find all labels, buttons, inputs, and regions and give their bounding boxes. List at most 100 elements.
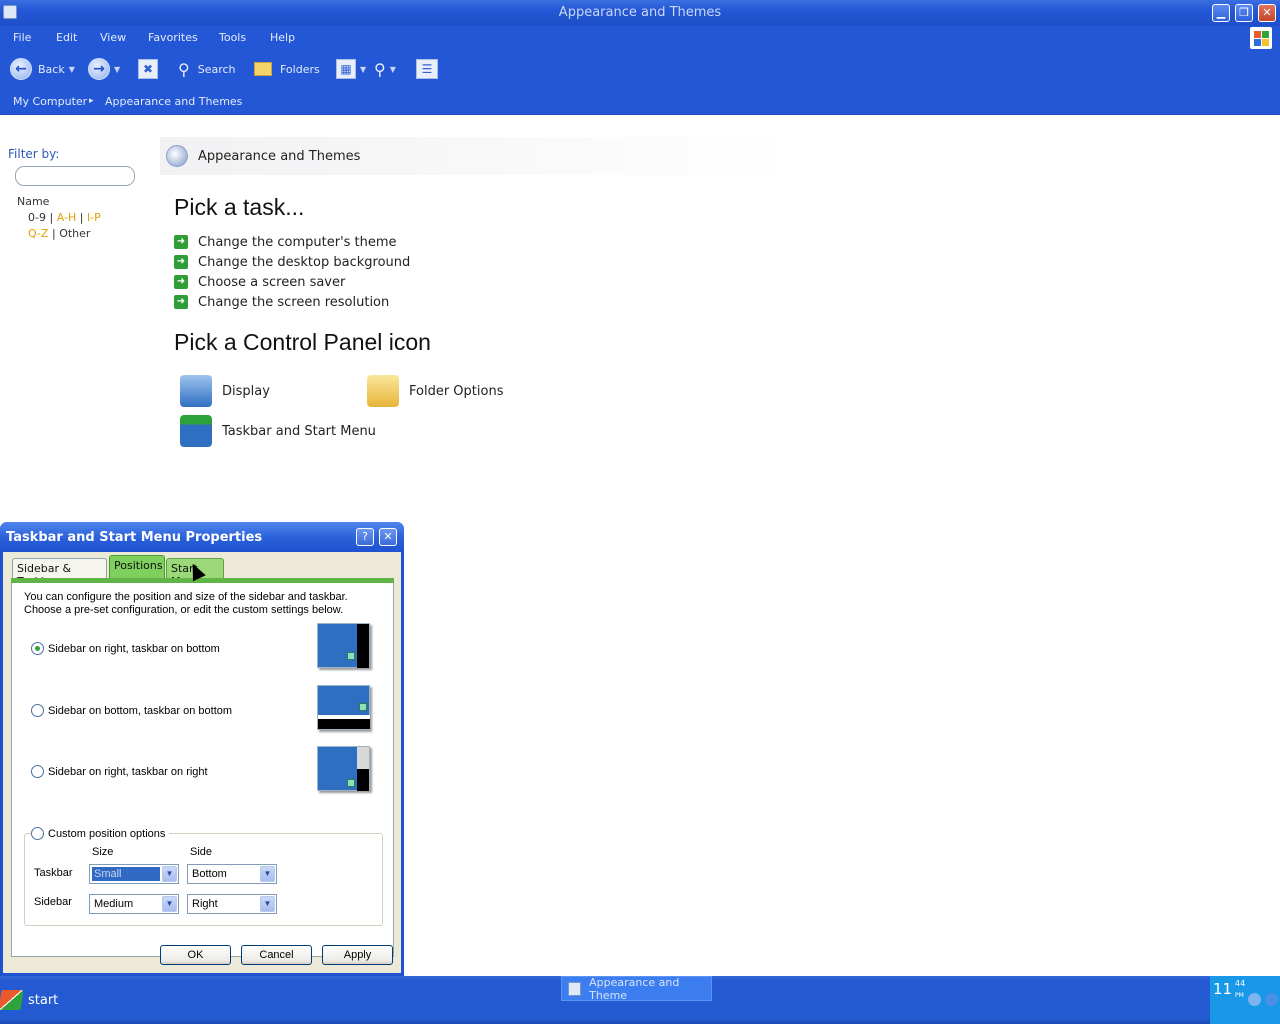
taskbar-item-appearance[interactable]: Appearance and Theme: [561, 975, 712, 1002]
option-right-right[interactable]: Sidebar on right, taskbar on right: [31, 765, 208, 778]
pick-icon-heading: Pick a Control Panel icon: [174, 329, 431, 355]
maximize-button[interactable]: ❐: [1235, 4, 1253, 22]
chevron-down-icon[interactable]: ▼: [260, 896, 275, 912]
dialog-close-button[interactable]: ✕: [379, 528, 397, 546]
up-folder-button[interactable]: ✖: [138, 56, 158, 82]
option-label: Sidebar on bottom, taskbar on bottom: [48, 704, 233, 717]
category-header: Appearance and Themes: [160, 137, 790, 175]
taskbar-size-select[interactable]: Small ▼: [89, 864, 179, 884]
positions-description: You can configure the position and size …: [24, 591, 348, 616]
cp-folder-options[interactable]: Folder Options: [367, 375, 503, 407]
clock[interactable]: 11: [1213, 980, 1232, 998]
filter-a-h[interactable]: A-H: [57, 211, 77, 224]
search-button[interactable]: ⚲ Search: [178, 56, 236, 82]
recycle-bin-icon: [359, 703, 367, 711]
task-label: Choose a screen saver: [198, 274, 346, 290]
option-right-bottom[interactable]: Sidebar on right, taskbar on bottom: [31, 642, 220, 655]
filter-separator: |: [79, 211, 84, 224]
cancel-button[interactable]: Cancel: [241, 945, 312, 965]
preview-bottom-bottom: [317, 685, 370, 730]
pick-task-heading: Pick a task...: [174, 194, 305, 220]
filter-q-z[interactable]: Q-Z: [28, 227, 48, 240]
option-label: Custom position options: [48, 827, 166, 840]
task-screen-saver[interactable]: ➜ Choose a screen saver: [174, 274, 345, 290]
task-change-theme[interactable]: ➜ Change the computer's theme: [174, 234, 397, 250]
layout-button[interactable]: ☰: [416, 56, 438, 82]
taskbar-item-label: Appearance and Theme: [589, 975, 680, 1002]
preview-right-bottom: [317, 623, 370, 668]
filter-0-9[interactable]: 0-9: [28, 211, 46, 224]
close-button[interactable]: ✕: [1258, 4, 1276, 22]
appearance-themes-icon: [166, 145, 188, 167]
select-value: Medium: [94, 898, 134, 910]
radio-button[interactable]: [31, 642, 44, 655]
control-panel-icon: [568, 981, 582, 996]
select-value: Small: [92, 867, 160, 881]
menu-edit[interactable]: Edit: [56, 31, 77, 44]
green-arrow-icon: ➜: [174, 255, 188, 269]
forward-arrow-icon: →: [88, 58, 110, 80]
radio-button[interactable]: [31, 704, 44, 717]
breadcrumb-current[interactable]: Appearance and Themes: [105, 95, 242, 108]
taskbar-start-menu-icon: [180, 415, 212, 447]
task-screen-resolution[interactable]: ➜ Change the screen resolution: [174, 294, 389, 310]
alpha-filter-row-1: 0-9 | A-H | I-P: [28, 211, 101, 224]
task-label: Change the computer's theme: [198, 234, 397, 250]
views-icon: ▦: [336, 59, 356, 79]
select-value: Bottom: [192, 868, 227, 880]
radio-button[interactable]: [31, 765, 44, 778]
radio-button[interactable]: [31, 827, 44, 840]
option-custom[interactable]: Custom position options: [31, 827, 170, 840]
layout-icon: ☰: [416, 59, 438, 79]
filter-other[interactable]: Other: [59, 227, 90, 240]
dialog-titlebar[interactable]: Taskbar and Start Menu Properties ? ✕: [0, 522, 404, 552]
folders-button[interactable]: Folders: [254, 56, 320, 82]
chevron-down-icon[interactable]: ▼: [69, 65, 75, 74]
chevron-down-icon[interactable]: ▼: [360, 65, 366, 74]
filter-input[interactable]: [15, 166, 135, 186]
menu-help[interactable]: Help: [270, 31, 295, 44]
menu-view[interactable]: View: [100, 31, 126, 44]
cp-taskbar-start-menu[interactable]: Taskbar and Start Menu: [180, 415, 376, 447]
chevron-down-icon[interactable]: ▼: [114, 65, 120, 74]
side-header: Side: [190, 846, 213, 858]
chevron-down-icon[interactable]: ▼: [390, 65, 396, 74]
cp-display[interactable]: Display: [180, 375, 270, 407]
taskbar-properties-dialog: Taskbar and Start Menu Properties ? ✕ Si…: [0, 522, 404, 976]
views-button[interactable]: ▦ ▼: [336, 56, 366, 82]
sidebar-side-select[interactable]: Right ▼: [187, 894, 277, 914]
taskbar-side-select[interactable]: Bottom ▼: [187, 864, 277, 884]
clock-ampm: PM: [1235, 992, 1244, 999]
task-change-background[interactable]: ➜ Change the desktop background: [174, 254, 410, 270]
filter-label: Filter by:: [8, 147, 60, 161]
ok-button[interactable]: OK: [160, 945, 231, 965]
menu-file[interactable]: File: [13, 31, 31, 44]
breadcrumb-my-computer[interactable]: My Computer: [13, 95, 87, 108]
search-options-button[interactable]: ⚲ ▼: [374, 56, 396, 82]
menu-favorites[interactable]: Favorites: [148, 31, 198, 44]
chevron-down-icon[interactable]: ▼: [260, 866, 275, 882]
minimize-button[interactable]: ▁: [1212, 4, 1230, 22]
forward-button[interactable]: → ▼: [88, 56, 120, 82]
filter-i-p[interactable]: I-P: [87, 211, 101, 224]
chevron-down-icon[interactable]: ▼: [162, 896, 177, 912]
sidebar-size-select[interactable]: Medium ▼: [89, 894, 179, 914]
start-button[interactable]: start: [0, 986, 70, 1014]
dialog-body: Sidebar & Taskbar Positions Start Menu Y…: [3, 552, 401, 973]
display-icon: [180, 375, 212, 407]
help-button[interactable]: ?: [356, 528, 374, 546]
filter-separator: |: [49, 211, 54, 224]
task-label: Change the desktop background: [198, 254, 411, 270]
tray-expand-icon[interactable]: [1248, 993, 1261, 1006]
option-label: Sidebar on right, taskbar on right: [48, 765, 208, 778]
option-bottom-bottom[interactable]: Sidebar on bottom, taskbar on bottom: [31, 704, 232, 717]
tray-network-icon[interactable]: [1265, 993, 1278, 1006]
back-button[interactable]: ← Back ▼: [10, 56, 75, 82]
menu-tools[interactable]: Tools: [219, 31, 246, 44]
taskbar-label: Taskbar: [34, 867, 73, 879]
tab-sidebar-taskbar[interactable]: Sidebar & Taskbar: [12, 558, 107, 588]
window-titlebar[interactable]: Appearance and Themes ▁ ❐ ✕: [0, 0, 1280, 26]
tab-positions[interactable]: Positions: [109, 555, 165, 579]
apply-button[interactable]: Apply: [322, 945, 393, 965]
chevron-down-icon[interactable]: ▼: [162, 866, 177, 882]
